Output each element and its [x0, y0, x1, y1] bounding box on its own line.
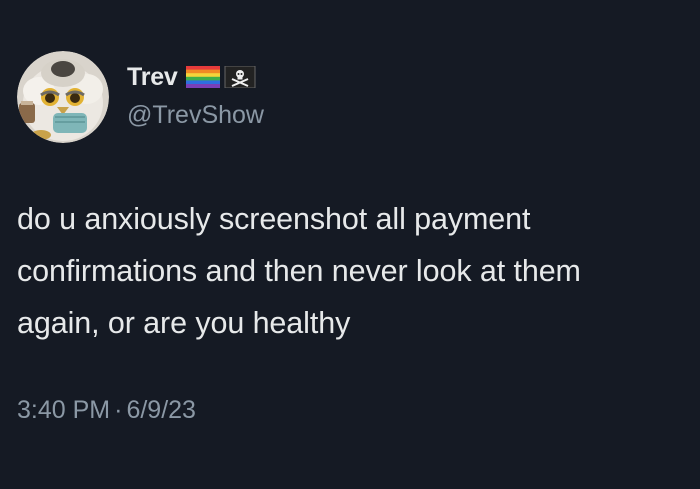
- tweet-time: 3:40 PM: [17, 396, 111, 424]
- tweet-text-line: confirmations and then never look at the…: [17, 254, 581, 288]
- tweet-card: Trev @TrevShow do u anxiously screenshot…: [0, 0, 700, 489]
- author-display-name[interactable]: Trev: [127, 63, 178, 92]
- pirate-flag-icon: [223, 65, 257, 89]
- avatar-icon: [17, 51, 109, 143]
- author-name-row: Trev: [127, 61, 257, 93]
- author-handle[interactable]: @TrevShow: [127, 101, 264, 130]
- tweet-text-line: again, or are you healthy: [17, 306, 351, 340]
- tweet-text-line: do u anxiously screenshot all payment: [17, 202, 531, 236]
- meta-separator: ·: [114, 396, 123, 424]
- avatar[interactable]: [17, 51, 109, 143]
- tweet-text: do u anxiously screenshot all payment co…: [17, 193, 687, 349]
- tweet-timestamp[interactable]: 3:40 PM · 6/9/23: [17, 396, 196, 425]
- tweet-date: 6/9/23: [126, 396, 196, 424]
- rainbow-flag-icon: [185, 66, 220, 88]
